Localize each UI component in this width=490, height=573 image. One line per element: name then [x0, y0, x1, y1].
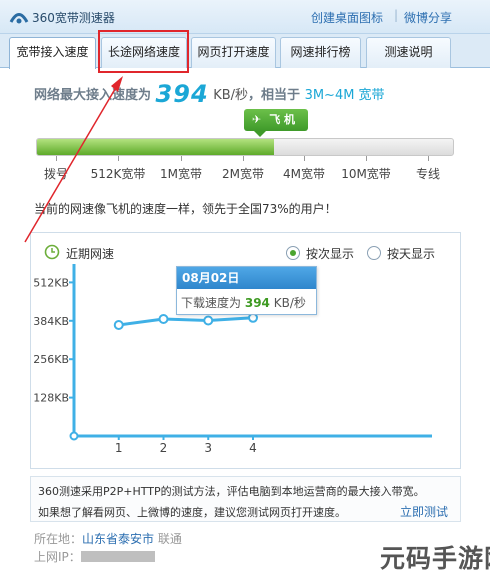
speed-data-point	[158, 314, 169, 324]
x-tick-label: 2	[160, 441, 168, 455]
speed-data-point	[113, 320, 124, 330]
speed-series-line	[118, 316, 254, 327]
y-tick-label: 256KB	[33, 353, 69, 366]
location-label: 所在地：	[34, 532, 83, 546]
ip-redaction	[80, 551, 155, 562]
speed-data-point	[203, 315, 214, 326]
location-line: 所在地：山东省泰安市 联通	[34, 530, 182, 547]
x-tick-label: 4	[249, 441, 257, 455]
ip-line: 上网IP：	[34, 548, 155, 565]
x-tick-label: 1	[115, 441, 123, 455]
tooltip-unit: KB/秒	[273, 296, 306, 310]
y-tick-label: 384KB	[33, 315, 69, 328]
tooltip-body: 下载速度为 394 KB/秒	[177, 289, 316, 311]
tooltip-value: 394	[244, 296, 270, 310]
speed-data-point	[248, 312, 258, 323]
y-tick-label: 512KB	[33, 276, 69, 289]
site-watermark: 元码手游网	[380, 544, 490, 573]
ip-label: 上网IP：	[34, 550, 81, 564]
method-note-line-1: 360测速采用P2P+HTTP的测试方法，评估电脑到本地运营商的最大接入带宽。	[38, 485, 425, 498]
tooltip-date: 08月02日	[177, 267, 316, 289]
y-tick-label: 128KB	[33, 392, 69, 405]
location-value: 山东省泰安市	[82, 532, 155, 546]
tooltip-text: 下载速度为	[181, 296, 242, 310]
method-note-line-2: 如果想了解看网页、上微博的速度，建议您测试网页打开速度。	[38, 506, 346, 519]
isp-value: 联通	[157, 532, 182, 546]
x-tick-label: 3	[204, 441, 212, 455]
data-point-tooltip: 08月02日 下载速度为 394 KB/秒	[176, 266, 317, 315]
origin-point	[69, 431, 79, 441]
test-now-link[interactable]: 立即测试	[400, 503, 448, 520]
